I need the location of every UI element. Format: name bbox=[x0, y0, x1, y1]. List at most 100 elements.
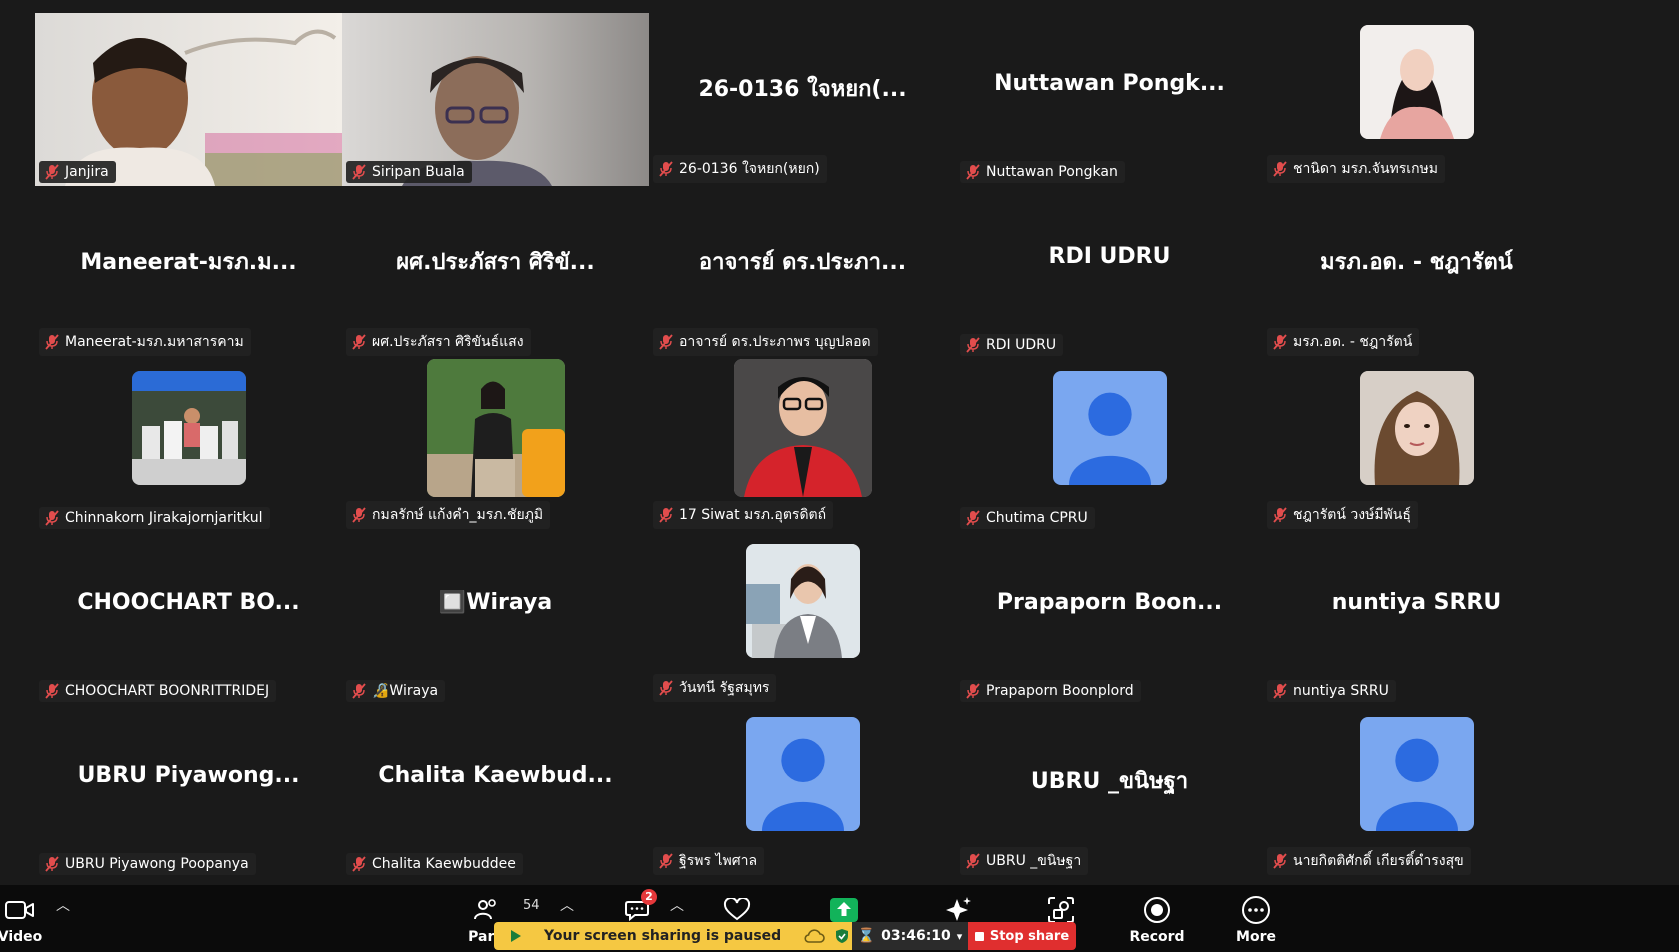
record-button[interactable]: Record bbox=[1129, 885, 1185, 952]
participant-tile[interactable]: กมลรักษ์ แก้งคำ_มรภ.ชัยภูมิ bbox=[342, 359, 649, 532]
participant-name-tag: มรภ.อด. - ชฎารัตน์ bbox=[1267, 328, 1420, 356]
participant-display-name: อาจารย์ ดร.ประภา... bbox=[698, 250, 907, 275]
camera-icon bbox=[5, 891, 35, 929]
participant-name: UBRU Piyawong Poopanya bbox=[65, 856, 249, 872]
participants-count: 54 bbox=[523, 898, 540, 913]
video-button[interactable]: Video bbox=[0, 885, 43, 952]
participant-tile[interactable]: Chinnakorn Jirakajornjaritkul bbox=[35, 359, 342, 532]
participant-name-tag: RDI UDRU bbox=[960, 334, 1064, 356]
participant-display-name: Prapaporn Boon... bbox=[996, 590, 1223, 615]
participant-name-tag: nuntiya SRRU bbox=[1267, 680, 1396, 702]
participant-tile[interactable]: nuntiya SRRU nuntiya SRRU bbox=[1263, 532, 1570, 705]
default-avatar-icon bbox=[1052, 371, 1167, 485]
participant-tile[interactable]: ชฎารัตน์ วงษ์มีพันธุ์ bbox=[1263, 359, 1570, 532]
gallery-grid: Janjira Siripan Buala 26-0136 ใจหยก(... 26-… bbox=[35, 13, 1575, 888]
participant-tile[interactable]: ฐิรพร ไพศาล bbox=[649, 705, 956, 878]
participant-tile[interactable]: Chalita Kaewbud... Chalita Kaewbuddee bbox=[342, 705, 649, 878]
timer-value: 03:46:10 bbox=[881, 928, 951, 944]
record-icon bbox=[1143, 891, 1171, 929]
participant-name: ฐิรพร ไพศาล bbox=[679, 853, 758, 869]
muted-mic-icon bbox=[966, 337, 980, 353]
muted-mic-icon bbox=[1273, 853, 1287, 869]
participant-name-tag: UBRU _ขนิษฐา bbox=[960, 847, 1089, 875]
profile-photo bbox=[733, 359, 872, 497]
participant-name-tag: Prapaporn Boonplord bbox=[960, 680, 1141, 702]
meeting-timer[interactable]: ⌛ 03:46:10 ▾ bbox=[852, 922, 968, 950]
participant-display-name: 26-0136 ใจหยก(... bbox=[698, 77, 907, 102]
participant-tile[interactable]: 26-0136 ใจหยก(... 26-0136 ใจหยก(หยก) bbox=[649, 13, 956, 186]
participant-name-tag: 17 Siwat มรภ.อุตรดิตถ์ bbox=[653, 501, 834, 529]
participant-tile[interactable]: RDI UDRU RDI UDRU bbox=[956, 186, 1263, 359]
participant-display-name: CHOOCHART BO... bbox=[77, 590, 300, 615]
participant-display-name: ผศ.ประภัสรา ศิริขั... bbox=[396, 250, 595, 275]
participant-tile[interactable]: มรภ.อด. - ชฎารัตน์ มรภ.อด. - ชฎารัตน์ bbox=[1263, 186, 1570, 359]
participant-display-name: มรภ.อด. - ชฎารัตน์ bbox=[1320, 250, 1513, 275]
pause-share-icon[interactable] bbox=[508, 928, 524, 944]
participant-tile[interactable]: ผศ.ประภัสรา ศิริขั... ผศ.ประภัสรา ศิริขัน… bbox=[342, 186, 649, 359]
participant-tile[interactable]: Nuttawan Pongk... Nuttawan Pongkan bbox=[956, 13, 1263, 186]
more-label: More bbox=[1236, 929, 1276, 945]
muted-mic-icon bbox=[659, 853, 673, 869]
participant-name: กมลรักษ์ แก้งคำ_มรภ.ชัยภูมิ bbox=[372, 507, 544, 523]
muted-mic-icon bbox=[352, 507, 366, 523]
participant-tile[interactable]: Prapaporn Boon... Prapaporn Boonplord bbox=[956, 532, 1263, 705]
profile-photo bbox=[426, 359, 565, 497]
video-options-caret[interactable]: ︿ bbox=[56, 895, 70, 915]
cloud-icon bbox=[803, 929, 825, 943]
participant-display-name: RDI UDRU bbox=[1048, 244, 1171, 269]
muted-mic-icon bbox=[45, 164, 59, 180]
participant-tile[interactable]: CHOOCHART BO... CHOOCHART BOONRITTRIDEJ bbox=[35, 532, 342, 705]
participant-name: Janjira bbox=[65, 164, 109, 180]
profile-photo bbox=[745, 544, 860, 658]
participant-tile[interactable]: 🔲Wiraya 🔏Wiraya bbox=[342, 532, 649, 705]
participant-display-name: Chalita Kaewbud... bbox=[378, 763, 613, 788]
participant-display-name: Maneerat-มรภ.ม... bbox=[80, 250, 297, 275]
participant-tile[interactable]: Chutima CPRU bbox=[956, 359, 1263, 532]
chat-options-caret[interactable]: ︿ bbox=[670, 895, 684, 915]
muted-mic-icon bbox=[659, 680, 673, 696]
participant-name-tag: ผศ.ประภัสรา ศิริขันธ์แสง bbox=[346, 328, 531, 356]
screen-share-paused-text: Your screen sharing is paused bbox=[544, 928, 782, 944]
participant-name: 🔏Wiraya bbox=[372, 683, 439, 699]
muted-mic-icon bbox=[966, 683, 980, 699]
participant-tile[interactable]: Janjira bbox=[35, 13, 342, 186]
participant-name-tag: ชฎารัตน์ วงษ์มีพันธุ์ bbox=[1267, 501, 1418, 529]
participant-tile[interactable]: Siripan Buala bbox=[342, 13, 649, 186]
participants-options-caret[interactable]: ︿ bbox=[560, 895, 574, 915]
stop-share-button[interactable]: Stop share bbox=[968, 922, 1076, 950]
participant-name: 17 Siwat มรภ.อุตรดิตถ์ bbox=[679, 507, 827, 523]
participant-name-tag: ชานิดา มรภ.จันทรเกษม bbox=[1267, 155, 1446, 183]
participant-tile[interactable]: Maneerat-มรภ.ม... Maneerat-มรภ.มหาสารคาม bbox=[35, 186, 342, 359]
participant-tile[interactable]: 17 Siwat มรภ.อุตรดิตถ์ bbox=[649, 359, 956, 532]
participant-name-tag: Janjira bbox=[39, 161, 116, 183]
muted-mic-icon bbox=[45, 683, 59, 699]
hourglass-icon: ⌛ bbox=[857, 928, 876, 944]
participant-name: นายกิตติศักดิ์ เกียรติ์ดำรงสุข bbox=[1293, 853, 1464, 869]
participant-name-tag: Nuttawan Pongkan bbox=[960, 161, 1125, 183]
stop-share-label: Stop share bbox=[989, 928, 1070, 944]
more-button[interactable]: More bbox=[1236, 885, 1276, 952]
participant-tile[interactable]: อาจารย์ ดร.ประภา... อาจารย์ ดร.ประภาพร บุ… bbox=[649, 186, 956, 359]
participant-display-name: Nuttawan Pongk... bbox=[994, 71, 1225, 96]
participant-name: RDI UDRU bbox=[986, 337, 1057, 353]
participant-tile[interactable]: ชานิดา มรภ.จันทรเกษม bbox=[1263, 13, 1570, 186]
record-label: Record bbox=[1129, 929, 1185, 945]
muted-mic-icon bbox=[966, 510, 980, 526]
participant-name: Nuttawan Pongkan bbox=[986, 164, 1118, 180]
participant-tile[interactable]: วันทนี รัฐสมุทร bbox=[649, 532, 956, 705]
participant-tile[interactable]: UBRU Piyawong... UBRU Piyawong Poopanya bbox=[35, 705, 342, 878]
participant-tile[interactable]: นายกิตติศักดิ์ เกียรติ์ดำรงสุข bbox=[1263, 705, 1570, 878]
participant-name-tag: กมลรักษ์ แก้งคำ_มรภ.ชัยภูมิ bbox=[346, 501, 551, 529]
security-shield-icon[interactable] bbox=[835, 928, 849, 944]
muted-mic-icon bbox=[966, 164, 980, 180]
participant-name: ชฎารัตน์ วงษ์มีพันธุ์ bbox=[1293, 507, 1411, 523]
participant-name-tag: Chalita Kaewbuddee bbox=[346, 853, 523, 875]
participant-display-name: nuntiya SRRU bbox=[1331, 590, 1502, 615]
muted-mic-icon bbox=[659, 507, 673, 523]
participant-name-tag: Chinnakorn Jirakajornjaritkul bbox=[39, 507, 270, 529]
participant-name-tag: วันทนี รัฐสมุทร bbox=[653, 674, 777, 702]
participant-tile[interactable]: UBRU _ขนิษฐา UBRU _ขนิษฐา bbox=[956, 705, 1263, 878]
participant-name-tag: 🔏Wiraya bbox=[346, 680, 446, 702]
video-label: Video bbox=[0, 929, 43, 945]
participant-name-tag: Siripan Buala bbox=[346, 161, 472, 183]
